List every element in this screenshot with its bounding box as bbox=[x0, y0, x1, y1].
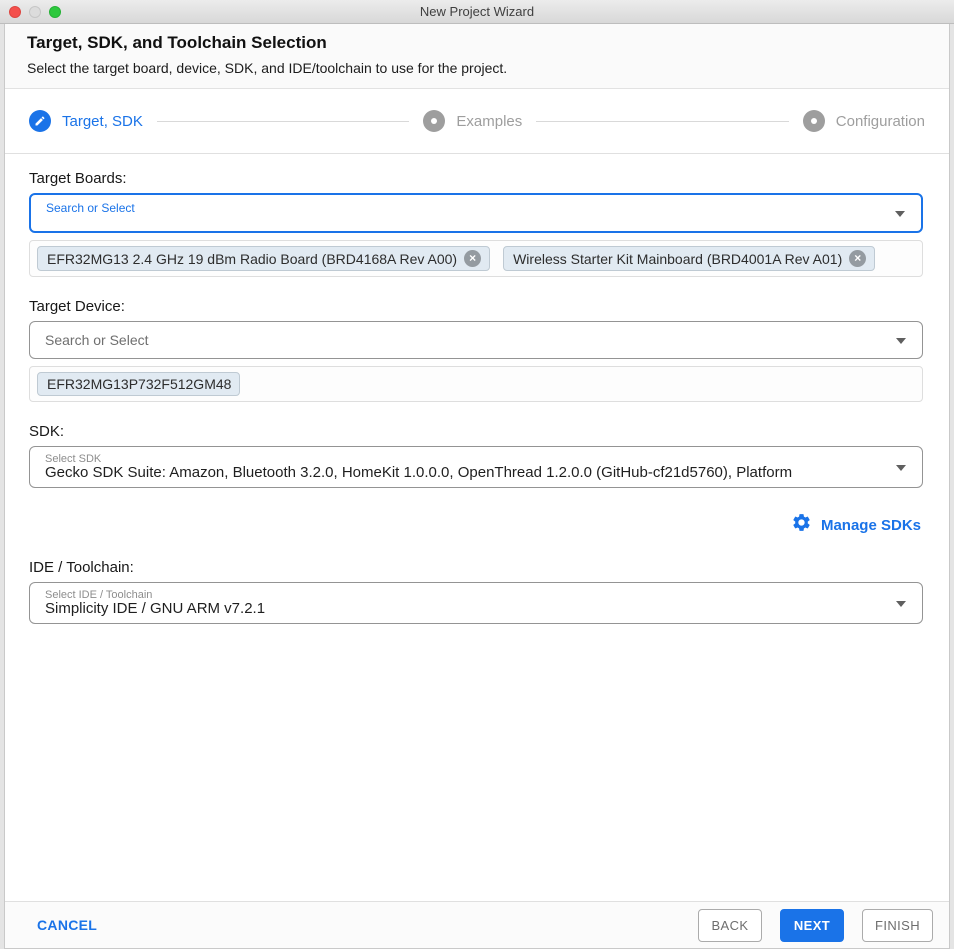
wizard-stepper: Target, SDK Examples Configuration bbox=[5, 89, 949, 154]
ide-toolchain-combobox[interactable]: Select IDE / Toolchain Simplicity IDE / … bbox=[29, 582, 923, 624]
board-chip-label: EFR32MG13 2.4 GHz 19 dBm Radio Board (BR… bbox=[47, 250, 458, 267]
minimize-window-button[interactable] bbox=[29, 5, 41, 18]
target-boards-placeholder: Search or Select bbox=[46, 201, 135, 215]
step-connector bbox=[536, 120, 789, 122]
chevron-down-icon[interactable] bbox=[896, 338, 906, 344]
target-device-placeholder: Search or Select bbox=[45, 332, 149, 348]
gear-icon bbox=[791, 512, 812, 538]
device-chip: EFR32MG13P732F512GM48 bbox=[37, 372, 241, 396]
chevron-down-icon[interactable] bbox=[896, 601, 906, 607]
zoom-window-button[interactable] bbox=[49, 5, 61, 18]
wizard-dialog: Target, SDK, and Toolchain Selection Sel… bbox=[4, 24, 950, 949]
manage-sdks-link[interactable]: Manage SDKs bbox=[791, 512, 921, 538]
titlebar: New Project Wizard bbox=[0, 0, 954, 24]
manage-sdks-label: Manage SDKs bbox=[820, 516, 921, 534]
finish-button[interactable]: FINISH bbox=[861, 908, 933, 942]
remove-chip-icon[interactable]: × bbox=[849, 250, 867, 267]
sdk-label: SDK: bbox=[29, 423, 65, 440]
target-boards-combobox[interactable]: Search or Select bbox=[29, 193, 923, 233]
step-configuration[interactable]: Configuration bbox=[802, 110, 925, 132]
traffic-lights bbox=[9, 0, 61, 23]
window-title: New Project Wizard bbox=[419, 4, 535, 19]
device-chip-label: EFR32MG13P732F512GM48 bbox=[47, 376, 232, 392]
ide-toolchain-label: IDE / Toolchain: bbox=[29, 559, 134, 576]
back-button[interactable]: BACK bbox=[697, 908, 762, 942]
target-device-section: Target Device: Search or Select EFR32MG1… bbox=[29, 298, 923, 402]
step-target-sdk[interactable]: Target, SDK bbox=[29, 110, 143, 132]
target-device-label: Target Device: bbox=[29, 298, 125, 315]
chevron-down-icon[interactable] bbox=[895, 211, 905, 217]
page-subtitle: Select the target board, device, SDK, an… bbox=[27, 60, 508, 76]
step-examples[interactable]: Examples bbox=[423, 110, 522, 132]
wizard-footer: CANCEL BACK NEXT FINISH bbox=[5, 901, 949, 948]
target-boards-label: Target Boards: bbox=[29, 170, 127, 187]
sdk-section: SDK: Select SDK Gecko SDK Suite: Amazon,… bbox=[29, 423, 923, 538]
dot-icon bbox=[423, 110, 446, 132]
board-chip: Wireless Starter Kit Mainboard (BRD4001A… bbox=[503, 246, 876, 271]
wizard-header: Target, SDK, and Toolchain Selection Sel… bbox=[5, 24, 949, 89]
step-connector bbox=[156, 120, 410, 122]
close-window-button[interactable] bbox=[9, 5, 21, 18]
sdk-combobox[interactable]: Select SDK Gecko SDK Suite: Amazon, Blue… bbox=[29, 446, 923, 488]
target-boards-chip-list: EFR32MG13 2.4 GHz 19 dBm Radio Board (BR… bbox=[29, 240, 923, 277]
chevron-down-icon[interactable] bbox=[896, 465, 906, 471]
ide-toolchain-selected-value: Simplicity IDE / GNU ARM v7.2.1 bbox=[45, 600, 266, 617]
next-button[interactable]: NEXT bbox=[779, 908, 844, 942]
page-title: Target, SDK, and Toolchain Selection bbox=[27, 33, 327, 52]
step-label: Target, SDK bbox=[62, 112, 143, 130]
step-label: Examples bbox=[456, 112, 523, 130]
board-chip: EFR32MG13 2.4 GHz 19 dBm Radio Board (BR… bbox=[37, 246, 491, 271]
target-device-combobox[interactable]: Search or Select bbox=[29, 321, 923, 359]
target-device-chip-list: EFR32MG13P732F512GM48 bbox=[29, 366, 923, 402]
board-chip-label: Wireless Starter Kit Mainboard (BRD4001A… bbox=[513, 250, 843, 267]
manage-sdks-row: Manage SDKs bbox=[29, 512, 921, 538]
new-project-wizard-window: New Project Wizard Target, SDK, and Tool… bbox=[0, 0, 954, 949]
sdk-selected-value: Gecko SDK Suite: Amazon, Bluetooth 3.2.0… bbox=[45, 464, 793, 481]
target-boards-section: Target Boards: Search or Select EFR32MG1… bbox=[29, 170, 923, 277]
wizard-form: Target Boards: Search or Select EFR32MG1… bbox=[5, 154, 949, 901]
step-label: Configuration bbox=[835, 112, 925, 130]
cancel-button[interactable]: CANCEL bbox=[37, 917, 97, 933]
ide-toolchain-section: IDE / Toolchain: Select IDE / Toolchain … bbox=[29, 559, 923, 624]
pencil-icon bbox=[29, 110, 51, 132]
dot-icon bbox=[802, 110, 825, 132]
remove-chip-icon[interactable]: × bbox=[464, 250, 482, 267]
